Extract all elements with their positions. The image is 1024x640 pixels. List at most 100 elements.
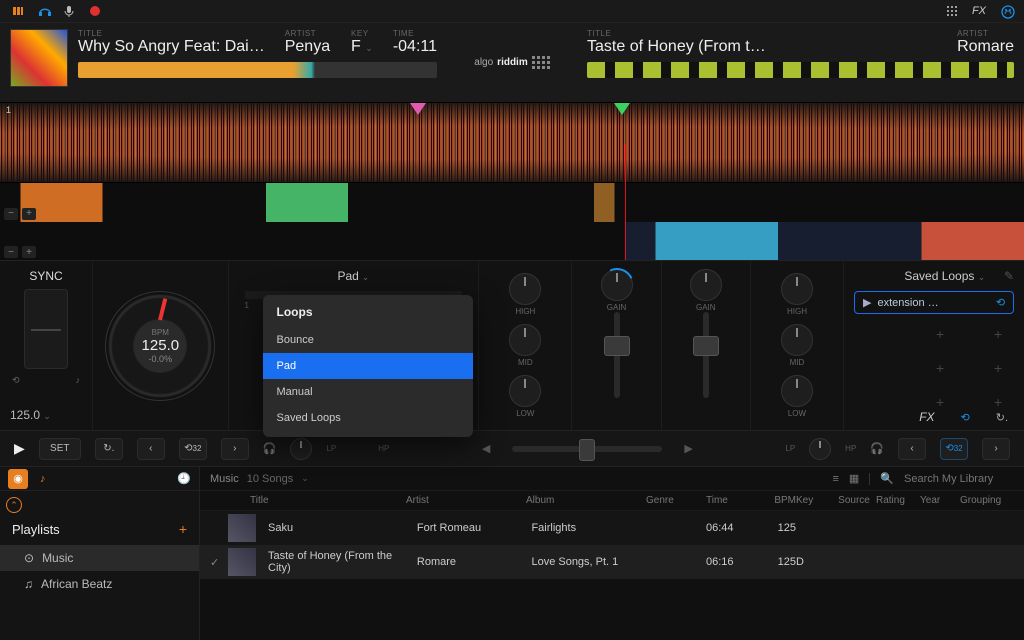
crossfader[interactable] [512,446,662,452]
pitch-slider-a[interactable] [24,289,68,369]
deck-a-key[interactable]: F ⌄ [351,38,373,56]
gain-knob-a[interactable] [601,269,633,301]
dropdown-item-manual[interactable]: Manual [263,379,473,405]
eq-high-b[interactable] [781,273,813,305]
playlist-icon: ♫ [24,577,33,591]
loop-half-a[interactable]: ‹ [137,438,165,460]
row-check-icon: ✓ [210,556,228,569]
deck-a-overview[interactable] [78,62,437,78]
add-playlist-button[interactable]: + [179,521,187,537]
loop-size-a[interactable]: ⟲32 [179,438,207,460]
dropdown-item-saved[interactable]: Saved Loops [263,405,473,431]
eq-low-a[interactable] [509,375,541,407]
deck-a-artwork[interactable] [10,29,68,87]
waveform-deck-a[interactable]: −+ [0,183,1024,222]
zoom-in-a[interactable]: + [22,208,36,220]
automix-icon[interactable] [1000,5,1012,17]
cue-set-button[interactable]: SET [39,438,81,460]
eq-mid-b[interactable] [781,324,813,356]
cue-jump-button[interactable]: ↻. [95,438,123,460]
table-row[interactable]: SakuFort RomeauFairlights06:44125 [200,511,1024,545]
cue-headphones-b[interactable]: 🎧 [870,442,884,455]
playlist-item-african[interactable]: ♫African Beatz [0,571,199,597]
add-loop-slot[interactable]: + [994,394,1014,410]
eq-high-a[interactable] [509,273,541,305]
zoom-in-b[interactable]: + [22,246,36,258]
record-icon[interactable] [90,6,100,16]
dropdown-title: Loops [263,305,473,327]
view-list-icon[interactable]: ≡ [832,473,838,485]
dropdown-item-pad[interactable]: Pad [263,353,473,379]
source-playlist-icon[interactable]: ♪ [40,473,46,485]
loop-half-b[interactable]: ‹ [898,438,926,460]
loop-icon[interactable]: ⟲ [996,296,1005,309]
cue-marker-pink[interactable] [410,103,426,115]
eq-mid-a[interactable] [509,324,541,356]
zoom-out-b[interactable]: − [4,246,18,258]
channel-b: GAIN [662,261,751,430]
jog-wheel-a[interactable]: BPM 125.0 -0.0% [105,291,215,401]
filter-knob-b[interactable] [809,438,831,460]
history-icon[interactable]: 🕘 [177,472,191,485]
waveform-deck-b[interactable]: −+ [0,222,1024,261]
cell-bpm: 125 [756,522,796,534]
search-input[interactable] [904,473,1014,485]
deck-b-overview[interactable] [587,62,1014,78]
eq-low-b[interactable] [781,375,813,407]
crossfade-right-icon[interactable]: ▶ [684,442,692,455]
loop-size-b[interactable]: ⟲32 [940,438,968,460]
saved-loops-header[interactable]: Saved Loops ⌄ [904,269,985,283]
pad-mode-selector[interactable]: Pad⌄ [239,269,469,283]
brand-logo: algoriddim [474,56,549,69]
source-local-icon[interactable]: ◉ [8,469,28,489]
play-icon: ▶ [863,296,871,309]
add-loop-slot[interactable]: + [936,360,956,376]
bpm-readout[interactable]: 125.0 ⌄ [10,408,51,422]
loop-double-a[interactable]: › [221,438,249,460]
playlist-item-music[interactable]: ⊙Music [0,545,199,571]
cue-headphones-a[interactable]: 🎧 [263,442,277,455]
library-columns[interactable]: Title Artist Album Genre Time BPM Key So… [200,491,1024,511]
fx-button[interactable]: FX [919,410,934,424]
microphone-icon[interactable] [64,5,76,17]
crossfade-left-icon[interactable]: ◀ [482,442,490,455]
redo-icon[interactable]: ↻. [996,411,1008,424]
headphones-icon[interactable] [38,5,50,17]
gain-knob-b[interactable] [690,269,722,301]
saved-loop-chip[interactable]: ▶ extension … ⟲ [854,291,1014,314]
dropdown-item-bounce[interactable]: Bounce [263,327,473,353]
play-button-a[interactable]: ▶ [14,440,25,457]
table-row[interactable]: ✓Taste of Honey (From the City)RomareLov… [200,545,1024,579]
cue-marker-green[interactable] [614,103,630,115]
loops-dropdown[interactable]: Loops Bounce Pad Manual Saved Loops [263,295,473,437]
control-panel: SYNC ⟲♪ 125.0 ⌄ BPM 125.0 -0.0% Pad⌄ 1 1… [0,260,1024,430]
add-loop-slot[interactable]: + [936,326,956,342]
cell-time: 06:16 [706,556,756,568]
breadcrumb[interactable]: Music [210,473,239,485]
grid-icon[interactable] [946,5,958,17]
beat-sync-icon[interactable]: ⟲ [961,411,970,424]
collapse-sidebar-icon[interactable]: ⌃ [6,497,22,513]
volume-fader-a[interactable] [614,312,620,398]
add-loop-slot[interactable]: + [994,360,1014,376]
add-loop-slot[interactable]: + [994,326,1014,342]
loop-double-b[interactable]: › [982,438,1010,460]
nudge-up-icon[interactable]: ♪ [76,375,81,386]
zoom-out-a[interactable]: − [4,208,18,220]
sync-button[interactable]: SYNC [10,269,82,283]
volume-fader-b[interactable] [703,312,709,398]
nudge-down-icon[interactable]: ⟲ [12,375,20,386]
add-loop-slot[interactable]: + [936,394,956,410]
sync-section: SYNC ⟲ ♪ 125.0 ⌄ [0,261,93,430]
filter-knob-a[interactable] [290,438,312,460]
search-icon[interactable]: 🔍 [880,472,894,485]
library-icon[interactable] [12,5,24,17]
dual-waveform[interactable]: −+ −+ [0,182,1024,260]
main-waveform[interactable]: 1 [0,102,1024,182]
fx-label[interactable]: FX [972,5,986,17]
cell-key: D [796,556,832,568]
edit-icon[interactable]: ✎ [1004,269,1014,283]
cell-album: Love Songs, Pt. 1 [531,556,646,568]
view-grid-icon[interactable]: ▦ [849,472,859,485]
jog-section: BPM 125.0 -0.0% [93,261,228,430]
